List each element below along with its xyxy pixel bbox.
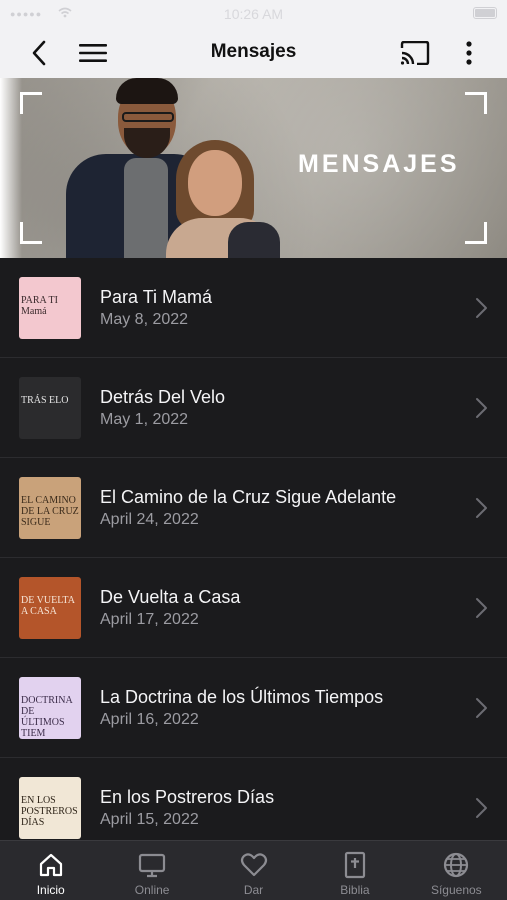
message-date: May 8, 2022 bbox=[100, 311, 189, 328]
banner-left-fade bbox=[0, 78, 22, 258]
list-item[interactable]: TRÁS ELO Detrás Del Velo May 1, 2022 bbox=[0, 358, 507, 458]
list-item[interactable]: DOCTRINA DE ÚLTIMOS TIEM La Doctrina de … bbox=[0, 658, 507, 758]
tab-label: Biblia bbox=[340, 883, 370, 897]
list-item[interactable]: PARA TI Mamá Para Ti Mamá May 8, 2022 bbox=[0, 258, 507, 358]
message-thumbnail: PARA TI Mamá bbox=[19, 277, 81, 339]
corner-bracket-top-right bbox=[465, 92, 487, 114]
list-item[interactable]: DE VUELTA A CASA De Vuelta a Casa April … bbox=[0, 558, 507, 658]
message-thumbnail: EL CAMINO DE LA CRUZ SIGUE bbox=[19, 477, 81, 539]
globe-icon bbox=[442, 851, 470, 879]
bottom-tab-bar: Inicio Online Dar Biblia Síguenos bbox=[0, 840, 507, 900]
message-date: May 1, 2022 bbox=[100, 411, 189, 428]
message-title: El Camino de la Cruz Sigue Adelante bbox=[100, 487, 397, 507]
list-item[interactable]: EL CAMINO DE LA CRUZ SIGUE El Camino de … bbox=[0, 458, 507, 558]
navigation-bar: Mensajes bbox=[0, 28, 507, 78]
banner-title: MENSAJES bbox=[298, 150, 460, 178]
thumbnail-text: DE VUELTA A CASA bbox=[21, 595, 75, 617]
corner-bracket-bottom-left bbox=[20, 222, 42, 244]
message-date: April 15, 2022 bbox=[100, 811, 199, 828]
thumbnail-text: EN LOS POSTREROS DÍAS bbox=[21, 795, 78, 828]
thumbnail-text: TRÁS ELO bbox=[21, 395, 69, 406]
monitor-icon bbox=[138, 851, 166, 879]
thumbnail-text: EL CAMINO DE LA CRUZ SIGUE bbox=[21, 495, 79, 528]
chevron-right-icon bbox=[476, 498, 487, 518]
thumbnail-text: DOCTRINA DE ÚLTIMOS TIEM bbox=[21, 695, 73, 739]
chevron-right-icon bbox=[476, 598, 487, 618]
tab-label: Inicio bbox=[36, 883, 65, 897]
corner-bracket-top-left bbox=[20, 92, 42, 114]
tab-online[interactable]: Online bbox=[101, 841, 202, 900]
chevron-right-icon bbox=[476, 798, 487, 818]
message-title: De Vuelta a Casa bbox=[100, 587, 241, 607]
thumbnail-text: PARA TI Mamá bbox=[21, 295, 58, 317]
chevron-right-icon bbox=[476, 398, 487, 418]
chevron-right-icon bbox=[476, 698, 487, 718]
status-time: 10:26 AM bbox=[223, 6, 284, 22]
home-icon bbox=[37, 851, 65, 879]
message-thumbnail: DE VUELTA A CASA bbox=[19, 577, 81, 639]
message-thumbnail: TRÁS ELO bbox=[19, 377, 81, 439]
list-item[interactable]: EN LOS POSTREROS DÍAS En los Postreros D… bbox=[0, 758, 507, 840]
status-bar: ●●●●● 10:26 AM bbox=[0, 0, 507, 28]
banner-man-glasses bbox=[122, 112, 174, 122]
banner-man-hair bbox=[116, 78, 178, 104]
message-title: Detrás Del Velo bbox=[100, 387, 226, 407]
tab-label: Online bbox=[134, 883, 170, 897]
banner-man-shirt bbox=[124, 158, 168, 258]
tab-label: Dar bbox=[243, 883, 264, 897]
chevron-right-icon bbox=[476, 298, 487, 318]
tab-siguenos[interactable]: Síguenos bbox=[406, 841, 507, 900]
message-date: April 17, 2022 bbox=[100, 611, 199, 628]
tab-label: Síguenos bbox=[430, 883, 482, 897]
heart-icon bbox=[240, 851, 268, 879]
tab-biblia[interactable]: Biblia bbox=[304, 841, 405, 900]
message-date: April 24, 2022 bbox=[100, 511, 199, 528]
battery-icon bbox=[473, 7, 497, 19]
message-list: PARA TI Mamá Para Ti Mamá May 8, 2022 TR… bbox=[0, 258, 507, 840]
message-thumbnail: EN LOS POSTREROS DÍAS bbox=[19, 777, 81, 839]
message-title: La Doctrina de los Últimos Tiempos bbox=[100, 687, 384, 707]
message-date: April 16, 2022 bbox=[100, 711, 199, 728]
cast-button[interactable] bbox=[398, 36, 432, 70]
cast-icon bbox=[400, 41, 430, 65]
message-title: En los Postreros Días bbox=[100, 787, 275, 807]
banner-woman-head bbox=[188, 150, 242, 216]
more-vertical-icon bbox=[466, 41, 472, 65]
tab-inicio[interactable]: Inicio bbox=[0, 841, 101, 900]
bible-icon bbox=[341, 851, 369, 879]
corner-bracket-bottom-right bbox=[465, 222, 487, 244]
message-thumbnail: DOCTRINA DE ÚLTIMOS TIEM bbox=[19, 677, 81, 739]
banner-woman-jacket bbox=[228, 222, 280, 258]
message-title: Para Ti Mamá bbox=[100, 287, 213, 307]
tab-dar[interactable]: Dar bbox=[203, 841, 304, 900]
more-options-button[interactable] bbox=[452, 36, 486, 70]
banner-image: MENSAJES bbox=[0, 78, 507, 258]
